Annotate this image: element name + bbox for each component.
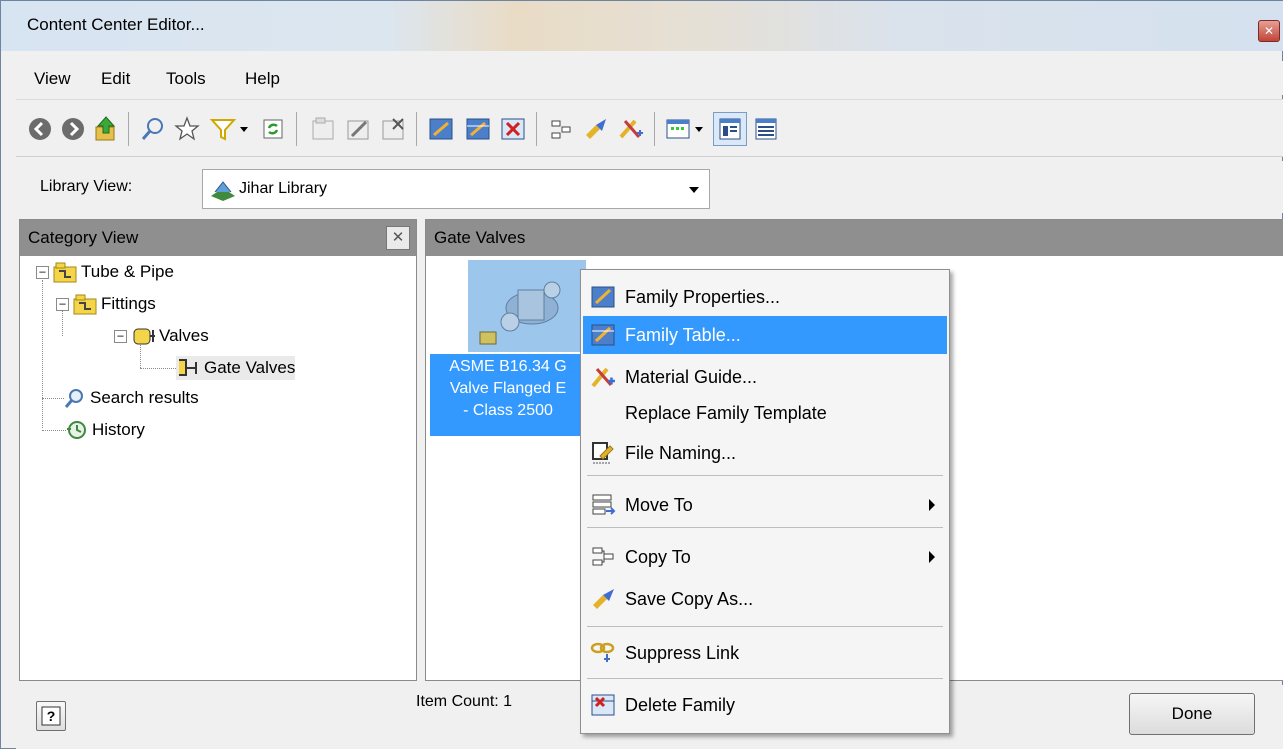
category-view-panel: Category View ✕ − Tube & Pipe − Fittings… (19, 219, 417, 681)
library-view-bar: Library View: Jihar Library (16, 161, 1283, 213)
tree-item-tube-pipe[interactable]: − Tube & Pipe (36, 260, 174, 284)
collapse-icon[interactable]: − (36, 265, 49, 279)
valve-folder-icon (131, 325, 155, 347)
favorite-star-icon[interactable] (170, 112, 204, 146)
family-context-menu: Family Properties... Family Table... Mat… (580, 269, 950, 734)
category-view-header: Category View ✕ (20, 220, 416, 256)
close-button[interactable]: ✕ (1258, 20, 1280, 42)
menu-tools[interactable]: Tools (166, 69, 206, 89)
menu-item-replace-family-template[interactable]: Replace Family Template (583, 394, 947, 432)
view-mode-dropdown-arrow-icon[interactable] (691, 112, 707, 146)
library-view-label: Library View: (40, 178, 133, 195)
gate-valves-header: Gate Valves (426, 220, 1283, 256)
copy-to-icon (589, 543, 617, 571)
family-table-icon[interactable] (461, 112, 495, 146)
tree-label: Fittings (101, 294, 156, 313)
toolbar (16, 99, 1283, 157)
menu-item-delete-family[interactable]: Delete Family (583, 686, 947, 724)
delete-family-icon (589, 691, 617, 719)
tree-label: Tube & Pipe (81, 262, 174, 281)
menu-edit[interactable]: Edit (101, 69, 130, 89)
menu-bar: View Edit Tools Help (16, 61, 1283, 95)
submenu-arrow-icon (929, 551, 935, 563)
menu-item-file-naming[interactable]: File Naming... (583, 434, 947, 472)
suppress-link-icon (589, 639, 617, 667)
search-icon[interactable] (136, 112, 170, 146)
close-panel-icon[interactable]: ✕ (386, 226, 410, 250)
forward-icon[interactable] (56, 112, 90, 146)
delete-category-icon[interactable] (376, 112, 410, 146)
title-bar: Content Center Editor... ✕ (1, 1, 1283, 51)
material-guide-icon[interactable] (614, 112, 648, 146)
table-view-icon[interactable] (749, 112, 783, 146)
menu-item-copy-to[interactable]: Copy To (583, 538, 947, 576)
move-to-icon[interactable] (544, 112, 578, 146)
help-button[interactable]: ? (36, 701, 66, 731)
family-properties-icon (589, 283, 617, 311)
category-folder-icon (73, 293, 97, 315)
menu-view[interactable]: View (34, 69, 71, 89)
tree-item-search-results[interactable]: Search results (62, 386, 199, 410)
menu-item-suppress-link[interactable]: Suppress Link (583, 634, 947, 672)
collapse-icon[interactable]: − (114, 329, 127, 343)
tree-label: Search results (90, 388, 199, 407)
category-folder-icon (53, 261, 77, 283)
gate-valve-thumbnail-icon (479, 281, 561, 345)
file-naming-icon (589, 439, 617, 467)
back-icon[interactable] (23, 112, 57, 146)
view-mode-icon[interactable] (661, 112, 695, 146)
tree-item-valves[interactable]: − Valves (114, 324, 209, 348)
svg-text:?: ? (47, 708, 56, 724)
menu-item-move-to[interactable]: Move To (583, 486, 947, 524)
menu-item-save-copy-as[interactable]: Save Copy As... (583, 580, 947, 618)
help-icon: ? (41, 706, 61, 726)
tree-item-history[interactable]: History (64, 418, 145, 442)
save-copy-as-icon (589, 585, 617, 613)
filter-dropdown-arrow-icon[interactable] (236, 112, 252, 146)
gate-valve-icon (176, 357, 200, 379)
tree-label: History (92, 420, 145, 439)
library-view-value: Jihar Library (239, 180, 328, 197)
family-properties-icon[interactable] (424, 112, 458, 146)
tree-view-icon[interactable] (713, 112, 747, 146)
item-count: Item Count: 1 (416, 693, 513, 710)
save-copy-as-icon[interactable] (579, 112, 613, 146)
up-level-icon[interactable] (89, 112, 123, 146)
filter-icon[interactable] (206, 112, 240, 146)
gate-valves-title: Gate Valves (434, 228, 526, 247)
done-button[interactable]: Done (1129, 693, 1255, 735)
tree-label: Gate Valves (204, 358, 296, 377)
tree-label: Valves (159, 326, 209, 345)
window-title: Content Center Editor... (27, 15, 205, 34)
library-view-select[interactable]: Jihar Library (202, 169, 710, 209)
submenu-arrow-icon (929, 499, 935, 511)
menu-item-family-properties[interactable]: Family Properties... (583, 278, 947, 316)
menu-item-family-table[interactable]: Family Table... (583, 316, 947, 354)
history-clock-icon (64, 419, 88, 441)
new-category-icon[interactable] (306, 112, 340, 146)
family-thumbnail[interactable] (468, 260, 586, 352)
search-icon (62, 387, 86, 409)
move-to-icon (589, 491, 617, 519)
library-icon (209, 178, 237, 207)
tree-item-gate-valves[interactable]: Gate Valves (176, 356, 296, 380)
chevron-down-icon[interactable] (689, 187, 699, 193)
menu-help[interactable]: Help (245, 69, 280, 89)
material-guide-icon (589, 363, 617, 391)
family-item-label[interactable]: ASME B16.34 G Valve Flanged E - Class 25… (430, 354, 586, 436)
delete-family-icon[interactable] (496, 112, 530, 146)
category-view-title: Category View (28, 228, 139, 247)
refresh-icon[interactable] (256, 112, 290, 146)
menu-item-material-guide[interactable]: Material Guide... (583, 358, 947, 396)
content-center-editor-window: Content Center Editor... ✕ View Edit Too… (0, 0, 1283, 749)
family-table-icon (589, 321, 617, 349)
collapse-icon[interactable]: − (56, 297, 69, 311)
edit-category-icon[interactable] (341, 112, 375, 146)
tree-item-fittings[interactable]: − Fittings (56, 292, 156, 316)
